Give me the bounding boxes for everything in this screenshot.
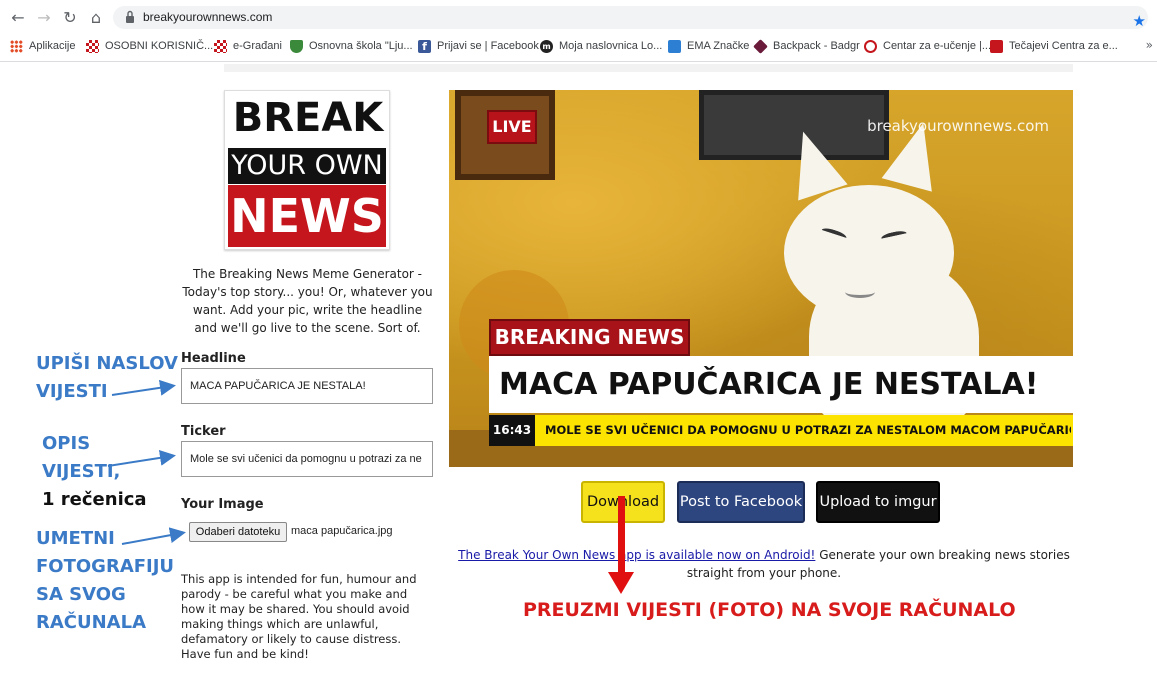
bookmark-label: Aplikacije: [29, 40, 76, 52]
bookmark-label: Centar za e-učenje |...: [883, 40, 992, 52]
annotation-line: VIJESTI,: [42, 461, 121, 482]
annotation-line: 1 rečenica: [42, 489, 147, 510]
annotation-image: UMETNI FOTOGRAFIJU SA SVOG RAČUNALA: [36, 525, 174, 637]
home-icon[interactable]: ⌂: [86, 8, 106, 28]
post-to-facebook-button[interactable]: Post to Facebook: [677, 481, 805, 523]
bookmark-egradani[interactable]: e-Građani: [214, 37, 282, 55]
bookmark-centar[interactable]: Centar za e-učenje |...: [864, 37, 991, 55]
annotation-line: VIJESTI: [36, 381, 108, 402]
logo-line-news: NEWS: [228, 185, 386, 247]
bookmark-facebook[interactable]: f Prijavi se | Facebook: [418, 37, 539, 55]
bookmark-label: EMA Značke: [687, 40, 750, 52]
shield-icon: [290, 39, 303, 53]
annotation-line: OPIS: [42, 433, 91, 454]
logo-line-your-own: YOUR OWN: [228, 148, 386, 184]
bookmark-star-icon[interactable]: ★: [1133, 12, 1146, 30]
meme-headline: MACA PAPUČARICA JE NESTALA!: [499, 367, 1039, 402]
checkerboard-icon: [86, 39, 99, 53]
bookmark-tecajevi[interactable]: Tečajevi Centra za e...: [990, 37, 1118, 55]
reload-icon[interactable]: ↻: [60, 8, 80, 28]
header-strip: [224, 64, 1073, 72]
bookmark-label: OSOBNI KORISNIČ...: [105, 40, 214, 52]
bookmark-ema[interactable]: EMA Značke: [668, 37, 749, 55]
bookmark-badgr[interactable]: Backpack - Badgr: [753, 37, 860, 55]
choose-file-button[interactable]: Odaberi datoteku: [189, 522, 287, 542]
ticker-clock: 16:43: [489, 415, 535, 446]
annotation-line: RAČUNALA: [36, 612, 147, 633]
lock-icon: [126, 10, 134, 23]
disclaimer-text: This app is intended for fun, humour and…: [181, 572, 417, 661]
annotation-line: SA SVOG: [36, 584, 126, 605]
bookmark-apps[interactable]: Aplikacije: [10, 37, 75, 55]
cat-mouth: [845, 286, 875, 298]
course-icon: [990, 39, 1003, 53]
meme-ticker: MOLE SE SVI UČENICI DA POMOGNU U POTRAZI…: [545, 423, 1071, 437]
bookmark-label: Moja naslovnica Lo...: [559, 40, 663, 52]
back-arrow-icon[interactable]: ←: [8, 8, 28, 28]
badgr-icon: [753, 38, 768, 54]
download-arrow-head-icon: [608, 572, 634, 594]
address-bar[interactable]: breakyourownnews.com ★: [113, 6, 1148, 30]
apps-grid-icon: [10, 39, 23, 53]
download-arrow: [618, 496, 625, 574]
annotation-headline: UPIŠI NASLOV VIJESTI: [36, 350, 178, 406]
download-annotation: PREUZMI VIJESTI (FOTO) NA SVOJE RAČUNALO: [523, 599, 1016, 621]
annotation-line: FOTOGRAFIJU: [36, 556, 175, 577]
annotation-line: UPIŠI NASLOV: [36, 353, 178, 374]
bookmark-label: Tečajevi Centra za e...: [1009, 40, 1118, 52]
browser-chrome: ← → ↻ ⌂ breakyourownnews.com ★ Aplikacij…: [0, 0, 1157, 62]
ticker-input[interactable]: Mole se svi učenici da pomognu u potrazi…: [181, 441, 433, 477]
bookmarks-bar: Aplikacije OSOBNI KORISNIČ... e-Građani …: [0, 34, 1157, 58]
ticker-label: Ticker: [181, 424, 226, 439]
logo-line-break: BREAK: [232, 95, 384, 141]
checkerboard-icon: [214, 39, 227, 53]
bookmark-label: Osnovna škola "Lju...: [309, 40, 413, 52]
breaking-news-label: BREAKING NEWS: [489, 319, 690, 356]
at-icon: [864, 39, 877, 53]
watermark: breakyourownnews.com: [867, 117, 1049, 135]
more-bookmarks-chevron-icon[interactable]: »: [1146, 38, 1153, 52]
bookmark-osobni[interactable]: OSOBNI KORISNIČ...: [86, 37, 213, 55]
headline-label: Headline: [181, 351, 246, 366]
image-label: Your Image: [181, 497, 264, 512]
url-text: breakyourownnews.com: [143, 10, 273, 24]
annotation-ticker: OPIS VIJESTI, 1 rečenica: [42, 430, 147, 514]
ema-icon: [668, 39, 681, 53]
intro-text: The Breaking News Meme Generator - Today…: [182, 267, 433, 335]
annotation-line: UMETNI: [36, 528, 115, 549]
android-app-link[interactable]: The Break Your Own News app is available…: [458, 548, 815, 562]
moodle-icon: m: [540, 39, 553, 53]
facebook-icon: f: [418, 39, 431, 53]
upload-to-imgur-button[interactable]: Upload to imgur: [816, 481, 940, 523]
cat-head: [784, 185, 954, 320]
bookmark-label: Backpack - Badgr: [773, 40, 860, 52]
bookmark-label: e-Građani: [233, 40, 282, 52]
bookmark-moodle[interactable]: m Moja naslovnica Lo...: [540, 37, 662, 55]
site-logo[interactable]: BREAK YOUR OWN NEWS: [224, 90, 390, 250]
forward-arrow-icon[interactable]: →: [34, 8, 54, 28]
bookmark-label: Prijavi se | Facebook: [437, 40, 539, 52]
meme-preview: LIVE breakyourownnews.com BREAKING NEWS …: [449, 90, 1073, 467]
live-badge: LIVE: [487, 110, 537, 144]
android-promo: The Break Your Own News app is available…: [440, 546, 1088, 582]
headline-input[interactable]: MACA PAPUČARICA JE NESTALA!: [181, 368, 433, 404]
selected-file-name: maca papučarica.jpg: [291, 525, 393, 537]
bookmark-osnovna-skola[interactable]: Osnovna škola "Lju...: [290, 37, 413, 55]
